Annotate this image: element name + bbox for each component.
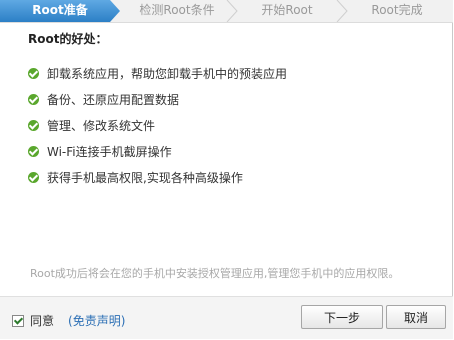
benefit-text: Wi-Fi连接手机截屏操作 [47, 144, 172, 159]
benefit-text: 卸载系统应用，帮助您卸载手机中的预装应用 [47, 66, 288, 81]
check-circle-icon [28, 93, 39, 105]
list-item: 备份、还原应用配置数据 [28, 86, 287, 112]
step-bar: Root准备 检测Root条件 开始Root Root完成 [0, 0, 453, 23]
next-button[interactable]: 下一步 [301, 305, 383, 329]
footer-bar: 同意 (免责声明) 下一步 取消 [0, 296, 453, 339]
step-root-prepare: Root准备 [0, 0, 120, 22]
agree-label[interactable]: 同意 [30, 312, 54, 329]
step-check-conditions: 检测Root条件 [139, 3, 215, 17]
root-note: Root成功后将会在您的手机中安装授权管理应用,管理您手机中的应用权限。 [30, 267, 400, 280]
list-item: Wi-Fi连接手机截屏操作 [28, 138, 287, 164]
check-circle-icon [28, 119, 39, 131]
benefit-text: 管理、修改系统文件 [47, 118, 156, 133]
agree-group: 同意 (免责声明) [12, 312, 125, 329]
step-root-complete: Root完成 [371, 3, 423, 17]
check-circle-icon [28, 171, 39, 183]
disclaimer-link[interactable]: (免责声明) [68, 312, 125, 329]
step-start-root: 开始Root [261, 3, 313, 17]
check-circle-icon [28, 67, 39, 79]
root-wizard-window: Root准备 检测Root条件 开始Root Root完成 Root的好处： 卸… [0, 0, 453, 339]
benefit-text: 获得手机最高权限,实现各种高级操作 [47, 170, 243, 185]
check-circle-icon [28, 145, 39, 157]
agree-checkbox[interactable] [12, 314, 24, 327]
list-item: 获得手机最高权限,实现各种高级操作 [28, 164, 287, 190]
benefits-heading: Root的好处： [28, 32, 108, 46]
cancel-button[interactable]: 取消 [386, 305, 446, 329]
benefits-list: 卸载系统应用，帮助您卸载手机中的预装应用 备份、还原应用配置数据 管理、修改系统… [28, 60, 287, 190]
benefit-text: 备份、还原应用配置数据 [47, 92, 180, 107]
list-item: 卸载系统应用，帮助您卸载手机中的预装应用 [28, 60, 287, 86]
list-item: 管理、修改系统文件 [28, 112, 287, 138]
